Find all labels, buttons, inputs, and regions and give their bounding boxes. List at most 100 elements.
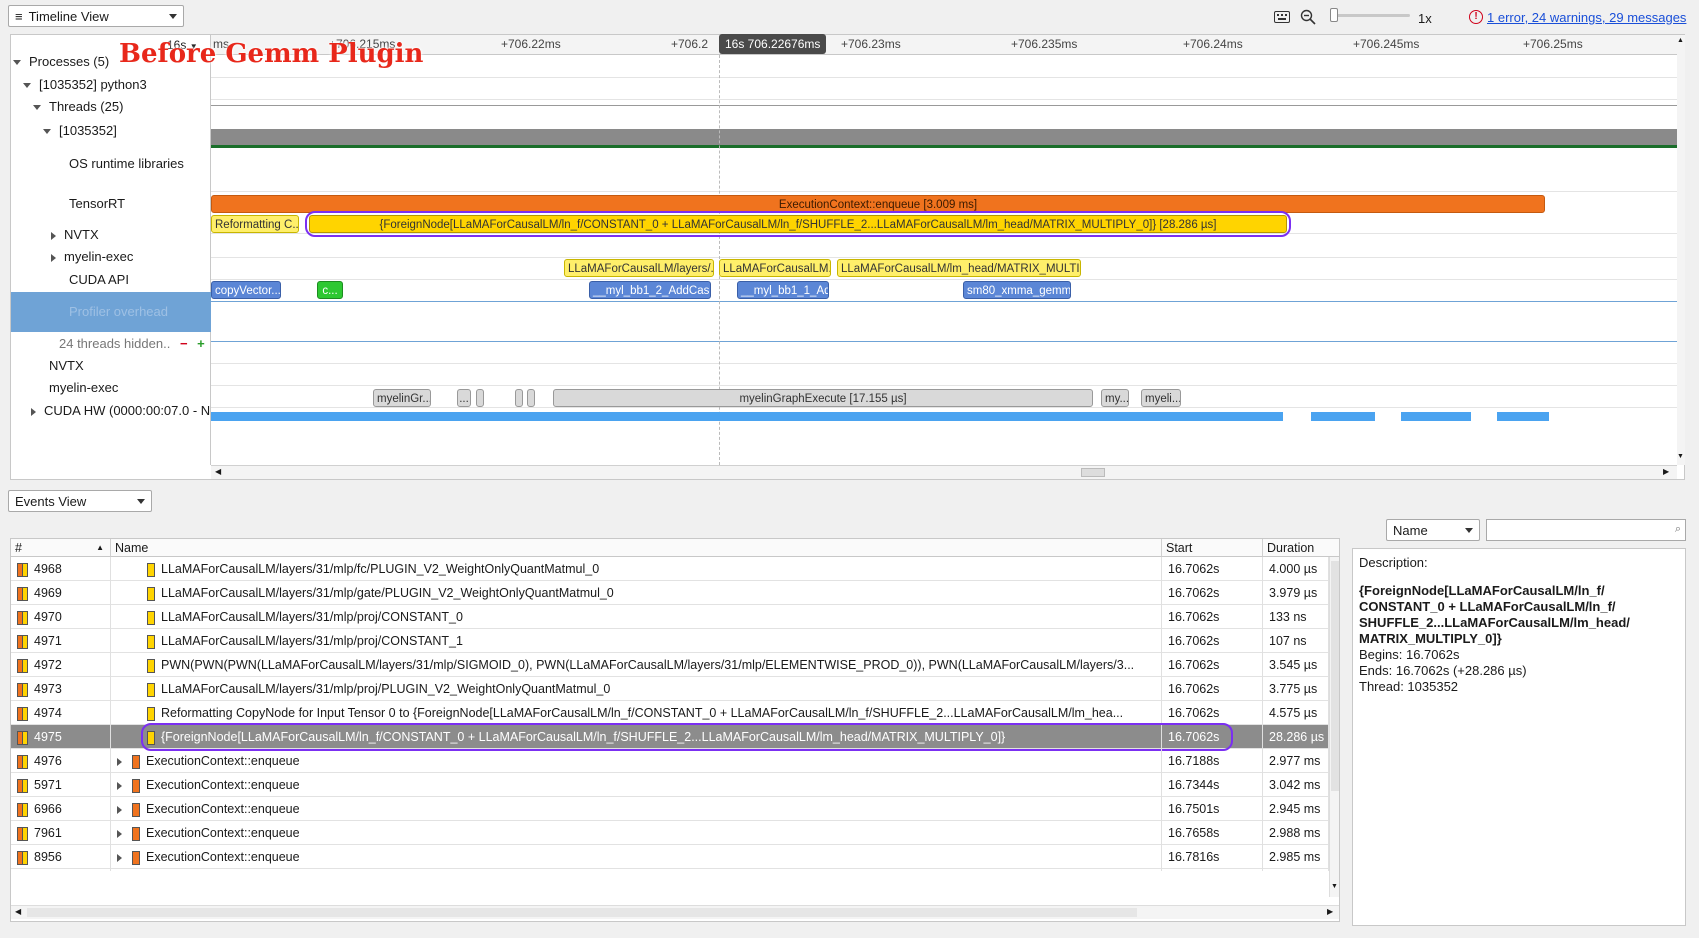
events-view-selector[interactable]: Events View: [8, 490, 152, 512]
expand-row-icon[interactable]: [117, 757, 122, 766]
event-type-icon: [17, 586, 28, 601]
scroll-left-icon[interactable]: ◀: [15, 907, 21, 916]
scroll-up-icon[interactable]: ▲: [1677, 37, 1684, 44]
myelin-graph-execute-bar[interactable]: myelinGraphExecute [17.155 µs]: [553, 389, 1093, 407]
description-begins: Begins: 16.7062s: [1359, 647, 1460, 662]
scroll-left-icon[interactable]: ◀: [215, 467, 221, 476]
cuda-hw-bar[interactable]: [1401, 412, 1471, 421]
view-selector[interactable]: ≡ Timeline View: [8, 5, 184, 27]
messages-link[interactable]: 1 error, 24 warnings, 29 messages: [1487, 10, 1686, 25]
cuda-api-bar[interactable]: sm80_xmma_gemm...: [963, 281, 1071, 299]
cuda-api-bar[interactable]: __myl_bb1_1_Ad...: [737, 281, 829, 299]
trt-layer-marker-icon: [147, 586, 155, 601]
myelin-exec-bar-2[interactable]: [476, 389, 484, 407]
scroll-thumb[interactable]: [1331, 561, 1339, 791]
myelin-exec-bar-2[interactable]: myeli...: [1141, 389, 1181, 407]
table-row[interactable]: 4973 LLaMAForCausalLM/layers/31/mlp/proj/…: [11, 677, 1339, 703]
expand-row-icon[interactable]: [117, 829, 122, 838]
filter-field-selector[interactable]: Name: [1386, 519, 1480, 541]
myelin-exec-bar-2[interactable]: [527, 389, 535, 407]
table-row[interactable]: 7961 ExecutionContext::enqueue 16.7658s 2.9…: [11, 821, 1339, 847]
event-type-icon: [17, 562, 28, 577]
event-name-cell: ExecutionContext::enqueue: [111, 797, 1162, 823]
myelin-exec-bar[interactable]: LLaMAForCausalLM/layers/...: [564, 259, 714, 277]
expand-icon[interactable]: [13, 60, 21, 66]
zoom-slider[interactable]: [1330, 8, 1410, 22]
zoom-slider-handle[interactable]: [1330, 8, 1338, 22]
cuda-api-bar[interactable]: copyVector...: [211, 281, 281, 299]
timeline-vscroll[interactable]: ▲ ▼: [1677, 35, 1685, 465]
highlight-ring: [141, 723, 1233, 751]
expand-row-icon[interactable]: [117, 781, 122, 790]
cuda-api-bar[interactable]: __myl_bb1_2_AddCas...: [589, 281, 711, 299]
cuda-hw-bar[interactable]: [1311, 412, 1375, 421]
table-row[interactable]: 5971 ExecutionContext::enqueue 16.7344s 3.0…: [11, 773, 1339, 799]
scroll-down-icon[interactable]: ▼: [1331, 883, 1338, 890]
scroll-right-icon[interactable]: ▶: [1327, 907, 1333, 916]
tree-threads-label: Threads (25): [49, 99, 124, 114]
tree-cuda-hw[interactable]: CUDA HW (0000:00:07.0 - N: [31, 403, 231, 418]
table-row[interactable]: 4971 LLaMAForCausalLM/layers/31/mlp/proj/…: [11, 629, 1339, 655]
expand-icon[interactable]: [43, 129, 51, 135]
cuda-api-bar[interactable]: c...: [317, 281, 343, 299]
table-row[interactable]: 4970 LLaMAForCausalLM/layers/31/mlp/proj/…: [11, 605, 1339, 631]
cuda-hw-bar[interactable]: [1497, 412, 1549, 421]
table-row[interactable]: 4974 Reformatting CopyNode for Input Tens…: [11, 701, 1339, 727]
collapse-icon[interactable]: [51, 231, 56, 240]
myelin-exec-bar-2[interactable]: myelinGr...: [373, 389, 431, 407]
myelin-exec-bar-2[interactable]: ...: [457, 389, 471, 407]
cuda-hw-bar[interactable]: [211, 412, 1283, 421]
tree-thread-label: [1035352]: [59, 123, 117, 138]
myelin-exec-bar-2[interactable]: [515, 389, 523, 407]
scroll-down-icon[interactable]: ▼: [1677, 453, 1684, 460]
description-panel: Description: {ForeignNode[LLaMAForCausal…: [1352, 548, 1686, 926]
view-selector-label: Timeline View: [28, 8, 109, 24]
table-row[interactable]: 4969 LLaMAForCausalLM/layers/31/mlp/gate/…: [11, 581, 1339, 607]
events-search-input[interactable]: ⌕: [1486, 519, 1686, 541]
trt-layer-marker-icon: [147, 634, 155, 649]
table-row[interactable]: 6966 ExecutionContext::enqueue 16.7501s 2.9…: [11, 797, 1339, 823]
tree-process[interactable]: [1035352] python3: [23, 77, 223, 92]
scroll-thumb[interactable]: [27, 908, 1137, 917]
table-row[interactable]: 4968 LLaMAForCausalLM/layers/31/mlp/fc/PL…: [11, 557, 1339, 583]
column-header-index[interactable]: # ▲: [11, 539, 111, 557]
plus-icon[interactable]: +: [197, 336, 205, 351]
myelin-exec-bar-2[interactable]: my...: [1101, 389, 1129, 407]
event-name-cell: LLaMAForCausalLM/layers/31/mlp/proj/CONS…: [111, 605, 1162, 631]
column-header-name[interactable]: Name: [111, 539, 1162, 557]
event-duration: 3.979 µs: [1263, 581, 1329, 607]
myelin-exec-bar[interactable]: LLaMAForCausalLM...: [719, 259, 831, 277]
column-header-start[interactable]: Start: [1162, 539, 1263, 557]
myelin-exec-bar[interactable]: LLaMAForCausalLM/lm_head/MATRIX_MULTIP..…: [837, 259, 1081, 277]
scroll-thumb[interactable]: [1081, 468, 1105, 477]
expand-icon[interactable]: [23, 83, 31, 89]
table-row[interactable]: 4972 PWN(PWN(PWN(LLaMAForCausalLM/layers/…: [11, 653, 1339, 679]
time-ruler[interactable]: 16s ▼ ms +706.215ms +706.22ms +706.2 +70…: [167, 34, 1677, 55]
event-index: 4974: [34, 706, 62, 720]
filter-field-label: Name: [1393, 522, 1428, 538]
reformatting-bar[interactable]: Reformatting C...: [211, 215, 299, 233]
timeline-tracks[interactable]: ExecutionContext::enqueue [3.009 ms] Ref…: [211, 55, 1677, 465]
zoom-out-icon[interactable]: [1298, 7, 1318, 27]
table-row[interactable]: 4976 ExecutionContext::enqueue 16.7188s 2.9…: [11, 749, 1339, 775]
expand-row-icon[interactable]: [117, 805, 122, 814]
expand-row-icon[interactable]: [117, 853, 122, 862]
events-vscroll[interactable]: ▼: [1329, 557, 1339, 897]
collapse-icon[interactable]: [51, 253, 56, 262]
keyboard-icon[interactable]: [1272, 7, 1292, 27]
minus-icon[interactable]: −: [180, 336, 188, 351]
event-index: 4970: [34, 610, 62, 624]
column-header-duration[interactable]: Duration: [1263, 539, 1339, 557]
scroll-right-icon[interactable]: ▶: [1663, 467, 1669, 476]
tree-cuda-hw-label: CUDA HW (0000:00:07.0 - N: [44, 403, 211, 418]
event-duration: 4.000 µs: [1263, 557, 1329, 583]
timeline-hscroll[interactable]: ◀ ▶: [211, 465, 1677, 479]
event-index-cell: 4969: [11, 581, 111, 607]
collapse-icon[interactable]: [31, 407, 36, 416]
event-name-cell: LLaMAForCausalLM/layers/31/mlp/gate/PLUG…: [111, 581, 1162, 607]
tree-threads[interactable]: Threads (25): [33, 99, 233, 114]
events-hscroll[interactable]: ◀ ▶: [11, 905, 1339, 919]
expand-icon[interactable]: [33, 105, 41, 111]
table-row[interactable]: 8956 ExecutionContext::enqueue 16.7816s 2.9…: [11, 845, 1339, 871]
tree-profiler-overhead[interactable]: Profiler overhead: [11, 292, 211, 332]
